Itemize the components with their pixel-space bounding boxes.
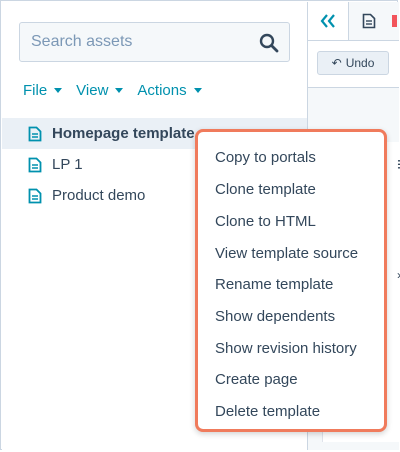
double-chevron-left-icon: [320, 14, 335, 28]
tree-item-label: Product demo: [52, 187, 146, 204]
undo-label: Undo: [345, 56, 375, 70]
menu-item-rename-template[interactable]: Rename template: [215, 276, 333, 298]
app-window: Search assets File View Actions Homepage…: [0, 0, 400, 450]
caret-down-icon: [115, 87, 124, 93]
context-menu: Copy to portals Clone template Clone to …: [195, 129, 387, 432]
undo-icon: ↶: [331, 56, 342, 70]
search-input[interactable]: Search assets: [19, 22, 290, 62]
view-menu[interactable]: View: [76, 80, 124, 100]
file-icon[interactable]: [362, 13, 376, 29]
menu-item-delete-template[interactable]: Delete template: [215, 403, 320, 425]
menu-item-copy-to-portals[interactable]: Copy to portals: [215, 149, 316, 171]
editor-toolbar: ↶ Undo: [308, 41, 399, 88]
file-icon: [28, 188, 42, 203]
menu-item-clone-to-html[interactable]: Clone to HTML: [215, 213, 316, 235]
file-menu-label: File: [23, 81, 48, 99]
tab-indicator: [392, 15, 397, 27]
file-menu[interactable]: File: [23, 80, 63, 100]
menu-item-clone-template[interactable]: Clone template: [215, 181, 316, 203]
view-menu-label: View: [76, 81, 109, 99]
menu-item-create-page[interactable]: Create page: [215, 371, 298, 393]
tree-item-label: LP 1: [52, 156, 83, 173]
menu-item-show-dependents[interactable]: Show dependents: [215, 308, 335, 330]
actions-menu-label: Actions: [137, 81, 187, 99]
actions-menu[interactable]: Actions: [137, 80, 202, 100]
file-icon: [28, 157, 42, 172]
tree-item-label: Homepage template: [52, 125, 195, 142]
file-menu-bar: File View Actions: [23, 80, 202, 100]
caret-down-icon: [193, 87, 202, 93]
caret-down-icon: [54, 87, 63, 93]
file-icon: [28, 126, 42, 141]
search-placeholder: Search assets: [31, 33, 133, 50]
collapse-sidebar-button[interactable]: [308, 2, 349, 40]
search-icon[interactable]: [259, 33, 279, 53]
undo-button[interactable]: ↶ Undo: [317, 51, 389, 75]
menu-item-show-revision-history[interactable]: Show revision history: [215, 340, 357, 362]
editor-tabs: [308, 2, 399, 41]
menu-item-view-template-source[interactable]: View template source: [215, 245, 358, 267]
